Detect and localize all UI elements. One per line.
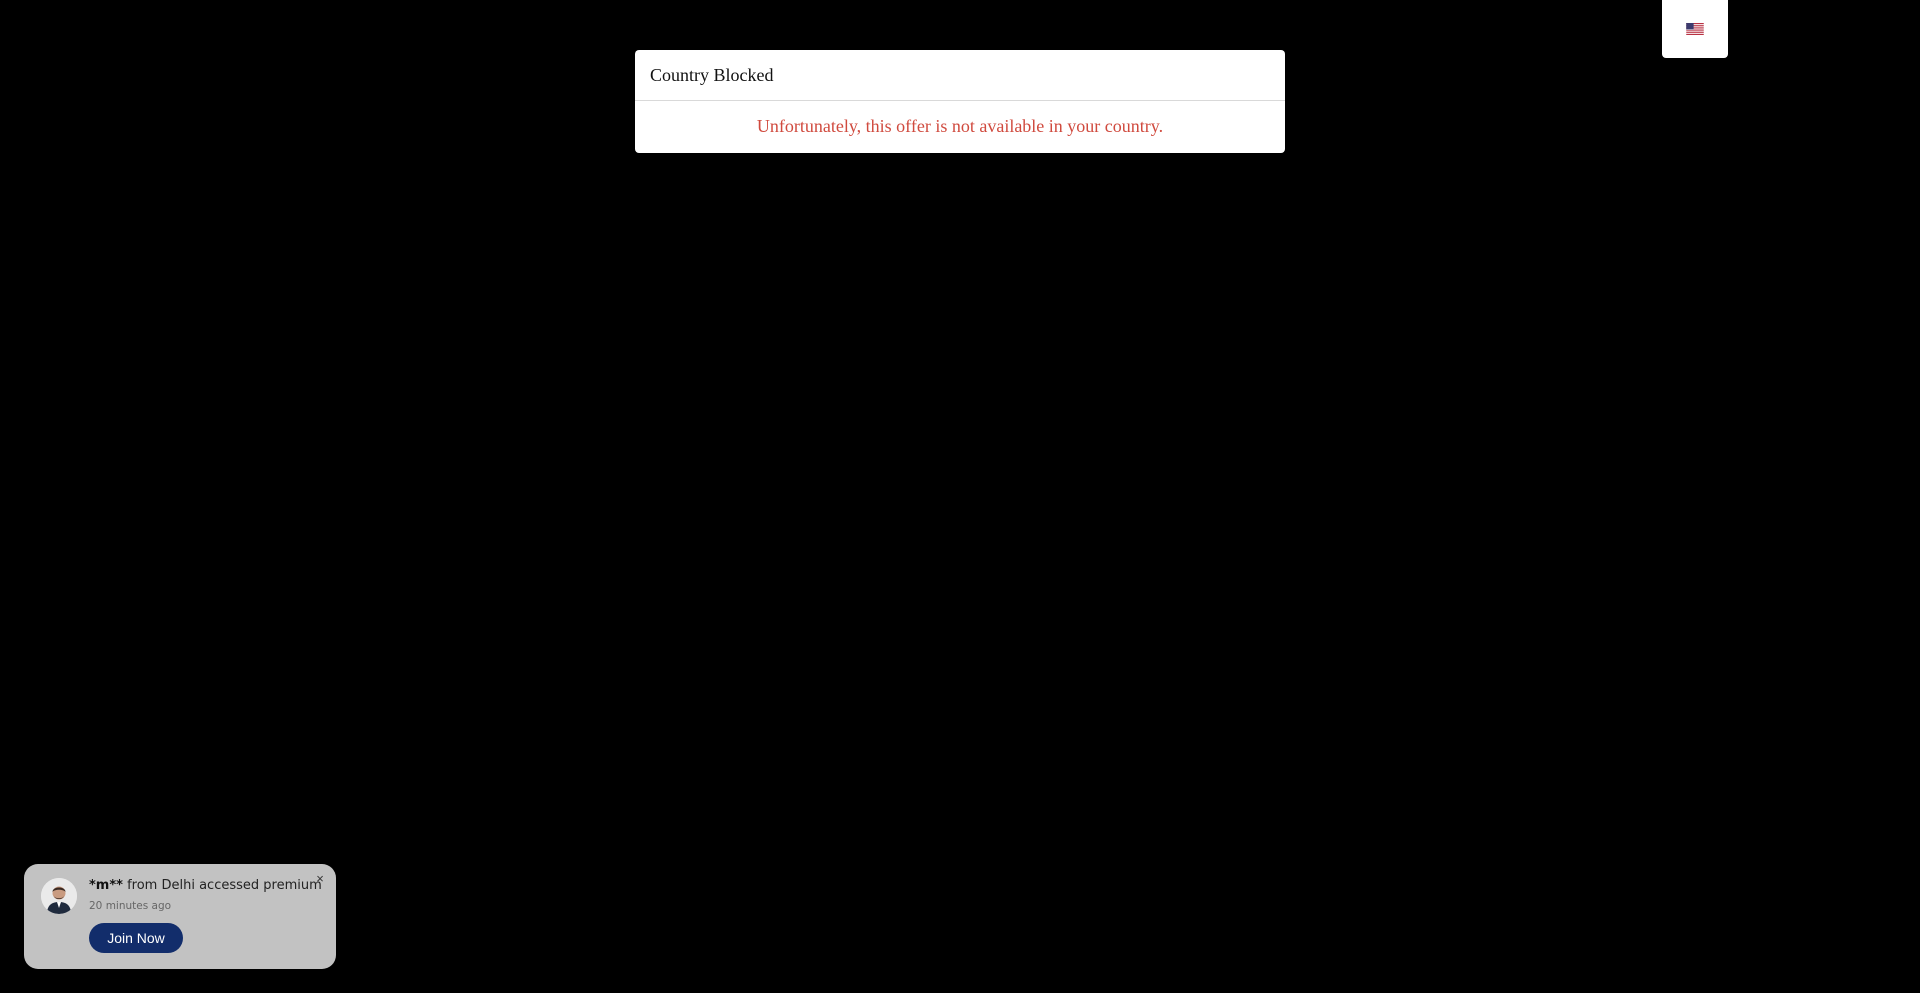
toast-message: *m** from Delhi accessed premium	[89, 878, 322, 893]
page: Country Blocked Unfortunately, this offe…	[0, 0, 1920, 993]
join-now-button[interactable]: Join Now	[89, 923, 183, 953]
avatar	[41, 878, 77, 914]
modal-title: Country Blocked	[650, 64, 774, 85]
language-switcher[interactable]	[1662, 0, 1728, 58]
modal-body: Unfortunately, this offer is not availab…	[635, 101, 1285, 152]
country-blocked-modal: Country Blocked Unfortunately, this offe…	[635, 50, 1285, 153]
toast-timestamp: 20 minutes ago	[89, 900, 172, 912]
person-icon	[41, 878, 77, 914]
social-proof-toast: × *m** from Delhi accessed premium 20 mi…	[24, 864, 336, 969]
toast-activity: from Delhi accessed premium	[122, 878, 322, 893]
us-flag-icon	[1686, 23, 1704, 35]
modal-header: Country Blocked	[635, 50, 1285, 101]
modal-message: Unfortunately, this offer is not availab…	[756, 116, 1164, 136]
toast-user: *m**	[89, 878, 123, 893]
